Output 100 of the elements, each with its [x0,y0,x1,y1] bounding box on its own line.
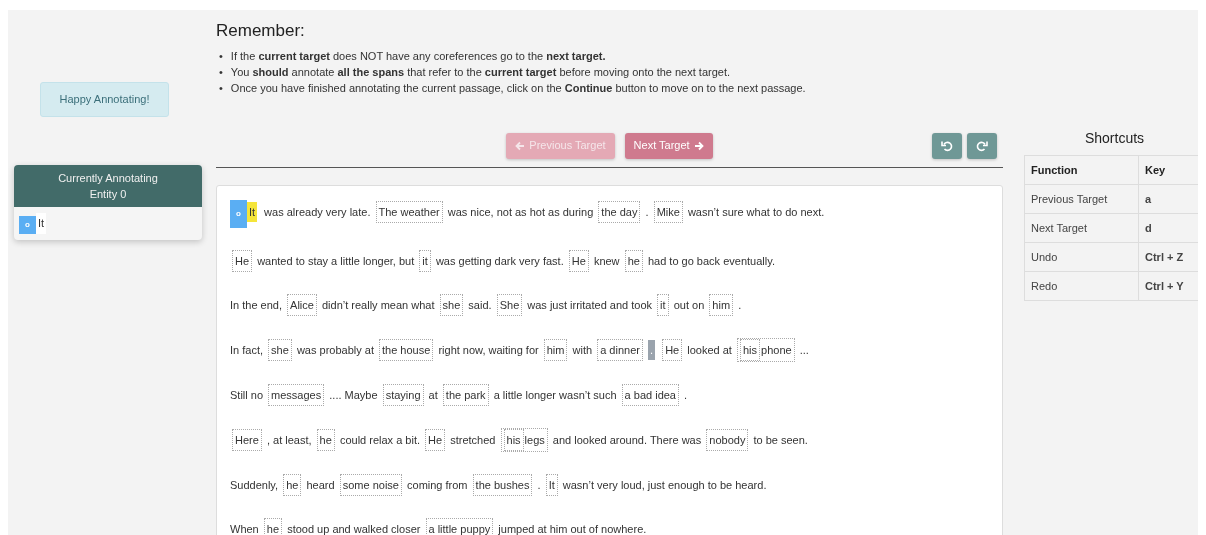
passage-text: out on [673,298,705,311]
passage-text: heard [306,478,335,491]
mention-span[interactable]: Mike [653,200,683,223]
mention-span[interactable]: He [662,338,683,361]
passage-text: could relax a bit. [339,433,421,446]
passage-text: . [684,388,688,401]
passage-text: to be seen. [753,433,808,446]
mention-span[interactable]: she [439,293,464,316]
mention-span[interactable]: the bushes [472,473,533,496]
mention-span[interactable]: She [496,293,523,316]
mention-span[interactable]: messages [268,383,325,406]
passage-text: legs [524,433,545,446]
passage-text: coming from [407,478,468,491]
passage-text: didn’t really mean what [321,298,435,311]
redo-icon [976,139,988,152]
mention-span[interactable]: he [263,517,283,535]
passage-text: looked at [687,343,732,356]
passage-text: Still no [230,388,264,401]
mention-span[interactable]: some noise [339,473,402,496]
mention-span[interactable]: a little puppy [425,517,494,535]
mention-span[interactable]: Alice [287,293,317,316]
undo-button[interactable] [932,132,962,159]
passage-text: was probably at [296,343,374,356]
mention-span[interactable]: He [232,249,253,272]
passage-text: phone [761,343,792,356]
mention-span[interactable]: the day [598,200,641,223]
mention-span[interactable]: his [739,338,761,361]
bullet-marker: • [219,48,223,64]
passage-text: wasn’t sure what to do next. [687,205,825,218]
right-arrow-icon [693,140,704,151]
passage-text: .... Maybe [329,388,378,401]
mention-span[interactable]: the park [442,383,489,406]
mention-span[interactable]: he [624,249,643,272]
passage-text: Suddenly, [230,478,279,491]
passage-text: said. [468,298,492,311]
passage-text: When [230,522,259,535]
passage-text: In the end, [230,298,282,311]
passage-text: jumped at him out of nowhere. [498,522,647,535]
mention-span[interactable]: a dinner [597,338,643,361]
bullet-marker: • [219,64,223,80]
mention-span[interactable]: The weather [375,200,443,223]
passage-text: stood up and walked closer [287,522,421,535]
mention-span[interactable]: his legs [500,427,548,452]
passage-text: . [537,478,541,491]
instruction-item: You should annotate all the spans that refer to the current target before moving onto the next target. [230,64,731,80]
passage-text: was nice, not as hot as during [447,205,594,218]
passage-text: was getting dark very fast. [435,254,564,267]
mention-span[interactable]: him [543,338,568,361]
bullet-marker: • [219,80,223,96]
mention-span[interactable]: It [545,473,558,496]
column-header: Key [1138,155,1198,185]
mention-span[interactable]: his phone [736,337,795,362]
function-cell: Next Target [1024,213,1139,243]
passage-text: was already very late. [264,205,371,218]
passage-text: and looked around. There was [552,433,702,446]
passage-text: wasn’t very loud, just enough to be heard. [562,478,767,491]
passage-text: right now, waiting for [438,343,539,356]
entity-badge: o [230,199,247,228]
mention-span[interactable]: he [316,428,335,451]
passage-text: ... [799,343,809,356]
mention-span[interactable]: He [568,249,589,272]
passage-text: wanted to stay a little longer, but [257,254,415,267]
greeting-alert: Happy Annotating! [40,82,169,117]
passage-text: knew [593,254,620,267]
passage-text: , at least, [266,433,312,446]
mention-span[interactable]: a bad idea [621,383,679,406]
mention-span[interactable]: he [283,473,302,496]
left-arrow-icon [515,140,526,151]
mention-span[interactable]: staying [382,383,424,406]
mention-span[interactable]: He [425,428,446,451]
passage-text: stretched [450,433,496,446]
entity-mention[interactable]: It [35,213,46,234]
mention-span[interactable]: the house [379,338,434,361]
passage-text: . [738,298,742,311]
mention-span[interactable]: it [657,293,669,316]
function-cell: Redo [1024,271,1139,301]
passage-text: In fact, [230,343,264,356]
passage-text: was just irritated and took [527,298,653,311]
instruction-item: If the current target does NOT have any coreferences go to the next target. [230,48,606,64]
shortcuts-title: Shortcuts [1083,129,1146,148]
passage-text: had to go back eventually. [647,254,775,267]
instruction-item: Once you have finished annotating the current passage, click on the Continue button to move on to the next passage. [230,80,806,96]
passage-text: with [572,343,593,356]
passage-text: at [428,388,438,401]
entity-title: Currently Annotating [57,171,159,186]
mention-span[interactable]: Here [232,428,262,451]
mention-span[interactable]: him [709,293,734,316]
function-cell: Previous Target [1024,184,1139,214]
mention-span[interactable]: nobody [706,428,749,451]
undo-icon [941,139,953,152]
entity-badge: o [19,216,36,234]
instructions-title: Remember: [216,20,306,42]
passage-text: a little longer wasn’t such [493,388,617,401]
column-header: Function [1024,155,1139,185]
redo-button[interactable] [967,132,997,159]
entity-subtitle: Entity 0 [88,187,128,202]
mention-span[interactable]: it [419,249,431,272]
mention-span[interactable]: his [503,428,524,451]
mention-span[interactable]: she [268,338,292,361]
target-mention[interactable]: It [246,201,257,222]
